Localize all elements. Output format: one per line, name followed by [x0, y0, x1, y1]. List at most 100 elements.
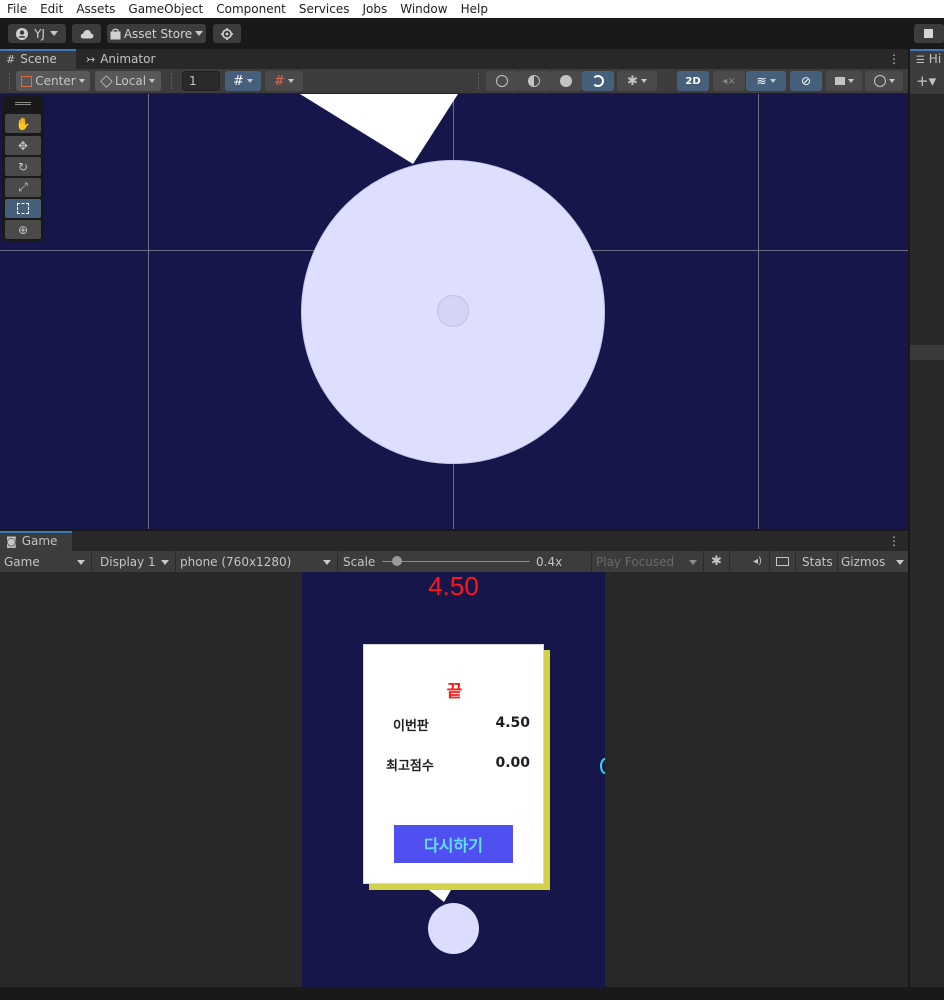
grid-snap-button[interactable]: # [225, 71, 261, 91]
result-card: 끝 이번판 4.50 최고점수 0.00 다시하기 [363, 644, 544, 884]
camera-settings-button[interactable] [826, 71, 862, 91]
chevron-down-icon [769, 79, 776, 83]
grid-size-value: 1 [189, 74, 197, 88]
hand-icon: ✋ [15, 116, 31, 131]
transform-tool-button[interactable]: ⊕ [5, 220, 41, 239]
grid-size-field[interactable]: 1 [182, 71, 220, 91]
audio-toggle-button[interactable]: ◂× [713, 71, 745, 91]
scale-tool-button[interactable]: ⤢ [5, 178, 41, 197]
shading-shaded-button[interactable] [550, 71, 582, 91]
shaded-wireframe-sphere-icon [528, 75, 540, 87]
shading-shaded-wireframe-button[interactable] [518, 71, 550, 91]
space-label: Local [114, 74, 147, 88]
scene-viewport[interactable]: ✋ ✥ ↻ ⤢ ⊕ [0, 94, 908, 530]
transform-icon: ⊕ [17, 222, 29, 237]
resolution-dropdown[interactable]: phone (760x1280) [176, 551, 338, 572]
menu-window[interactable]: Window [393, 0, 453, 18]
chevron-down-icon [847, 79, 854, 83]
gizmos-dropdown[interactable] [865, 71, 903, 91]
unlit-sphere-icon [592, 75, 604, 87]
mode-2d-toggle[interactable]: 2D [677, 71, 709, 91]
scale-slider-thumb[interactable] [391, 556, 402, 566]
menu-gameobject[interactable]: GameObject [121, 0, 209, 18]
grid-line [758, 94, 759, 530]
pivot-space-dropdown[interactable]: Local [95, 71, 161, 91]
hierarchy-scrollbar[interactable] [910, 345, 944, 360]
more-options-icon[interactable]: ⋮ [888, 52, 900, 66]
tab-hierarchy[interactable]: ☰ Hi [910, 49, 944, 69]
view-tool-button[interactable]: ✋ [5, 114, 41, 133]
effects-toggle-button[interactable]: ≋ [746, 71, 786, 91]
cloud-button[interactable] [72, 24, 101, 43]
mode-2d-label: 2D [685, 75, 701, 87]
scene-visibility-button[interactable]: ⊘ [790, 71, 822, 91]
chevron-down-icon [49, 31, 58, 36]
game-screen[interactable]: 4.50 끝 이번판 4.50 최고점수 0.00 다시하기 [302, 572, 605, 987]
shading-unlit-button[interactable] [582, 71, 614, 91]
result-title: 끝 [446, 682, 463, 702]
debug-draw-mode-button[interactable]: ✱ [617, 71, 657, 91]
chevron-down-icon [689, 560, 697, 565]
layout-button[interactable] [914, 24, 944, 43]
pivot-mode-dropdown[interactable]: Center [16, 71, 90, 91]
menu-bar: File Edit Assets GameObject Component Se… [0, 0, 944, 18]
bug-icon: ✱ [627, 73, 638, 89]
menu-jobs[interactable]: Jobs [356, 0, 394, 18]
game-view[interactable]: 4.50 끝 이번판 4.50 최고점수 0.00 다시하기 [0, 572, 908, 987]
gizmos-label: Gizmos [841, 554, 886, 569]
rect-tool-button[interactable] [5, 199, 41, 218]
menu-edit[interactable]: Edit [33, 0, 69, 18]
shortcuts-button[interactable] [770, 551, 796, 572]
circle-pivot-handle[interactable] [437, 295, 469, 327]
retry-label: 다시하기 [424, 836, 483, 855]
shading-wireframe-button[interactable] [486, 71, 518, 91]
keyboard-icon [776, 557, 789, 566]
retry-button[interactable]: 다시하기 [394, 825, 513, 863]
tab-animator[interactable]: ↣ Animator [80, 49, 170, 69]
view-label: Game [4, 554, 40, 569]
gizmos-toggle[interactable]: Gizmos [838, 551, 908, 572]
chevron-down-icon [323, 560, 331, 565]
tab-animator-label: Animator [100, 52, 156, 66]
stats-label: Stats [802, 554, 833, 569]
tab-scene[interactable]: # Scene [0, 49, 76, 69]
mute-audio-button[interactable]: ◂) [746, 551, 770, 572]
scene-tab-bar: # Scene ↣ Animator ⋮ [0, 49, 908, 69]
more-options-icon[interactable]: ⋮ [888, 534, 900, 548]
grid-icon: # [6, 52, 16, 66]
play-mode-dropdown[interactable]: Play Focused [592, 551, 704, 572]
bug-icon: ✱ [711, 554, 722, 569]
current-score: 4.50 [428, 572, 479, 601]
game-tab-bar: ◙ Game ⋮ [0, 531, 908, 551]
settings-button[interactable] [213, 24, 241, 43]
asset-store-button[interactable]: Asset Store [107, 24, 206, 43]
pivot-icon [21, 75, 33, 87]
rotate-tool-button[interactable]: ↻ [5, 157, 41, 176]
scale-slider-track[interactable] [382, 561, 530, 562]
chevron-down-icon [77, 560, 85, 565]
rect-transform-icon [17, 203, 29, 214]
overlay-drag-handle[interactable] [15, 102, 31, 105]
gizmo-globe-icon [873, 75, 886, 87]
chevron-down-icon [287, 79, 294, 83]
chevron-down-icon [640, 79, 647, 83]
menu-assets[interactable]: Assets [69, 0, 121, 18]
triangle-sprite[interactable] [300, 94, 460, 166]
pivot-label: Center [35, 74, 76, 88]
menu-help[interactable]: Help [454, 0, 494, 18]
frame-debugger-button[interactable]: ✱ [704, 551, 730, 572]
menu-file[interactable]: File [0, 0, 33, 18]
grid-line [148, 94, 149, 530]
tab-game[interactable]: ◙ Game [0, 531, 72, 551]
menu-services[interactable]: Services [292, 0, 356, 18]
grid-visibility-button[interactable]: # [265, 71, 303, 91]
view-dropdown[interactable]: Game [0, 551, 92, 572]
best-score-label: 최고점수 [386, 759, 434, 774]
account-dropdown[interactable]: YJ [8, 24, 66, 43]
hierarchy-add-button[interactable]: +▾ [910, 69, 944, 94]
menu-component[interactable]: Component [209, 0, 292, 18]
stats-button[interactable]: Stats [798, 551, 838, 572]
display-dropdown[interactable]: Display 1 [92, 551, 176, 572]
toolbar-grip [478, 73, 480, 89]
move-tool-button[interactable]: ✥ [5, 136, 41, 155]
